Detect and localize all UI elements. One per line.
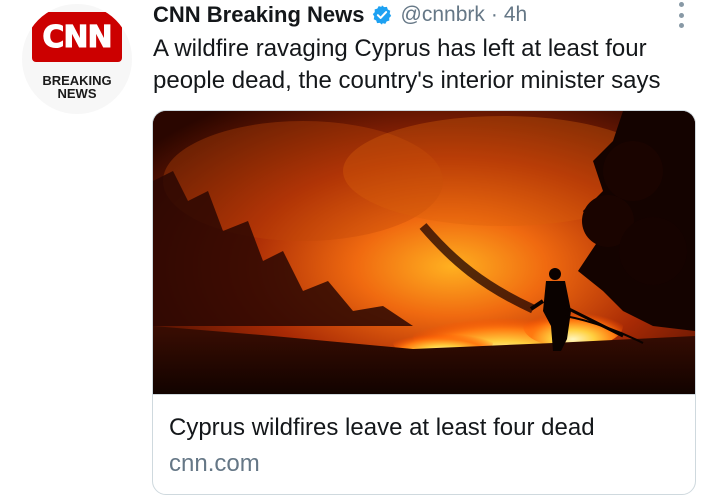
tweet-header: CNN Breaking News @cnnbrk · 4h xyxy=(153,0,527,30)
card-divider xyxy=(153,394,695,395)
avatar[interactable]: CNN BREAKING NEWS xyxy=(22,4,132,114)
display-name[interactable]: CNN Breaking News xyxy=(153,2,365,28)
wildfire-photo[interactable] xyxy=(153,111,695,394)
card-domain[interactable]: cnn.com xyxy=(169,450,260,478)
separator-dot: · xyxy=(490,3,498,26)
link-card[interactable]: Cyprus wildfires leave at least four dea… xyxy=(152,110,696,495)
verified-badge-icon xyxy=(371,4,393,26)
card-title[interactable]: Cyprus wildfires leave at least four dea… xyxy=(169,414,595,442)
timestamp[interactable]: 4h xyxy=(504,3,527,27)
user-handle[interactable]: @cnnbrk xyxy=(401,3,485,27)
logo-text: CNN xyxy=(42,20,113,56)
more-vertical-icon[interactable] xyxy=(674,2,688,28)
tweet[interactable]: CNN BREAKING NEWS CNN Breaking News @cnn… xyxy=(0,0,719,497)
avatar-caption: BREAKING NEWS xyxy=(42,73,112,101)
tweet-text: A wildfire ravaging Cyprus has left at l… xyxy=(153,35,661,94)
cnn-logo: CNN xyxy=(32,12,122,62)
